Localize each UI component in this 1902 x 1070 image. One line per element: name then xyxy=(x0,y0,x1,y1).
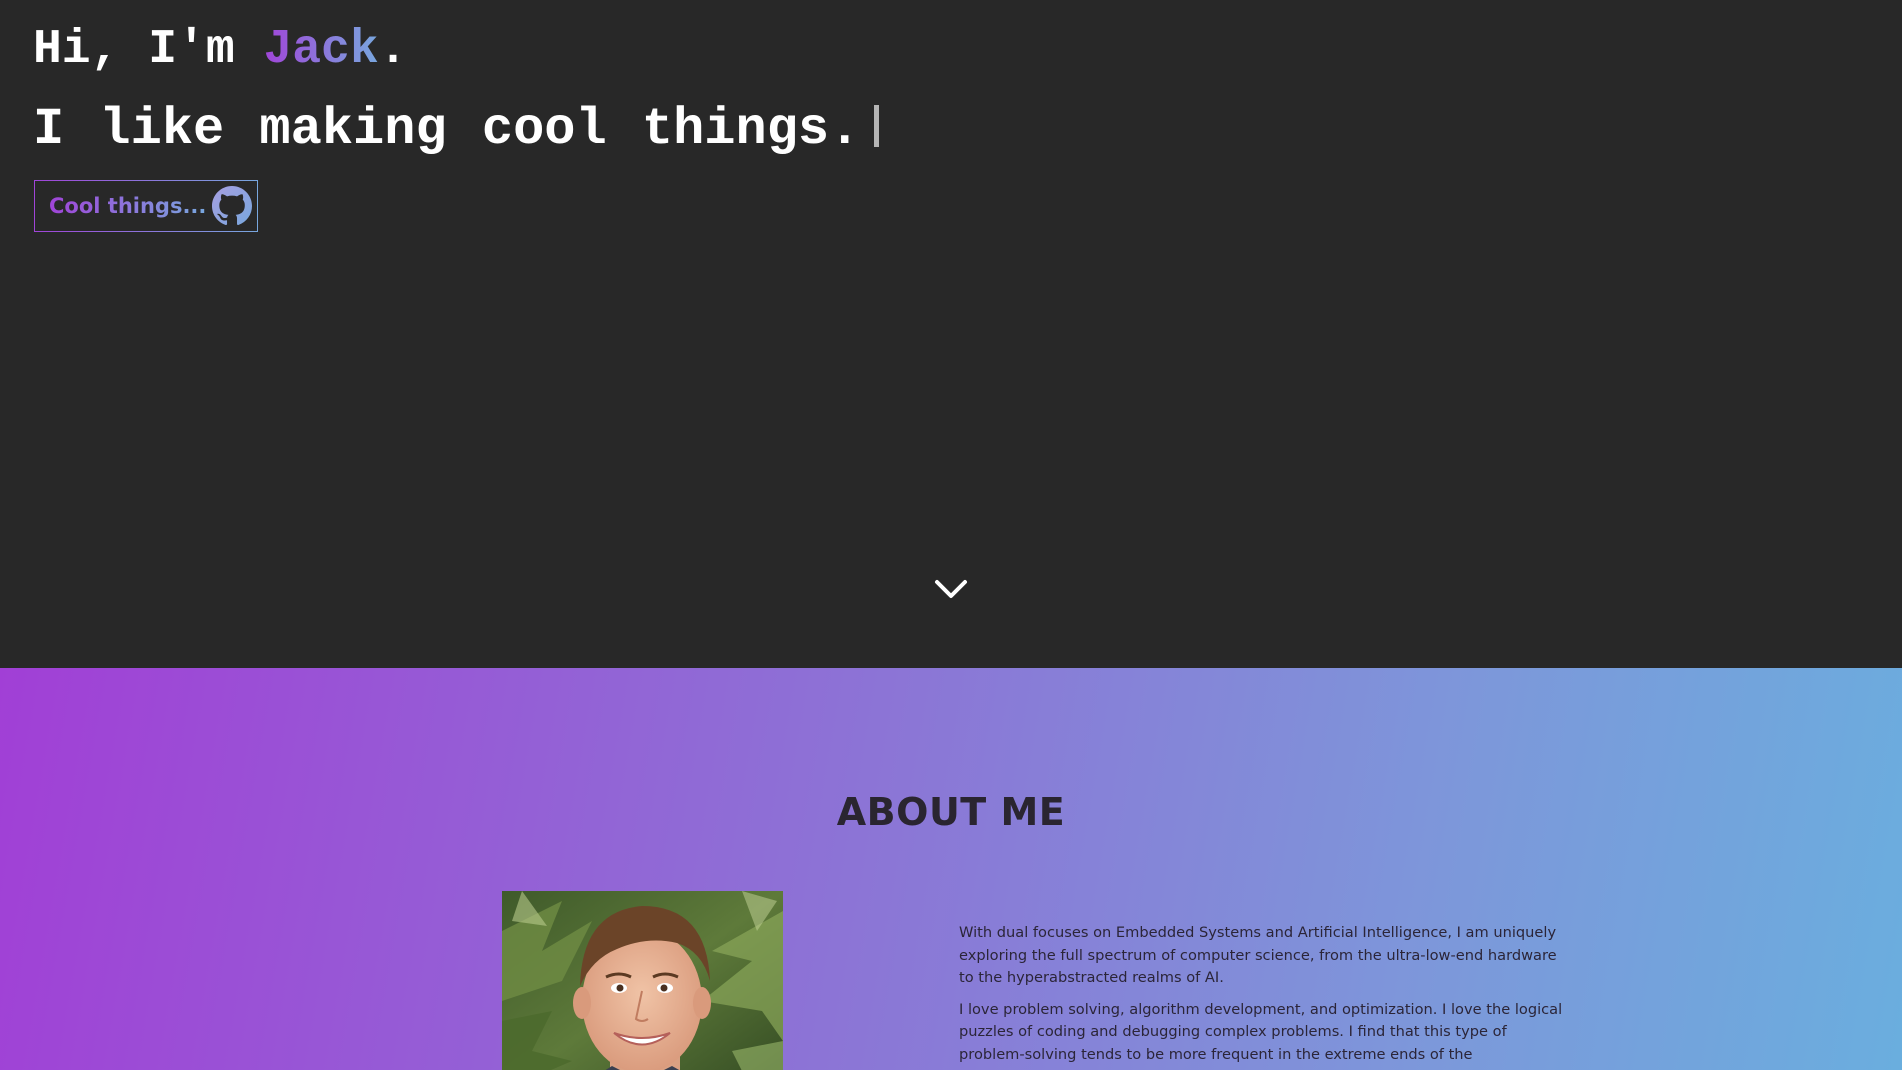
about-title: ABOUT ME xyxy=(836,790,1066,834)
about-section: ABOUT ME With dual focuses on Embedded S… xyxy=(0,668,1902,1070)
portrait-photo xyxy=(502,891,783,1070)
hero-section: Hi, I'm Jack. I like making cool things.… xyxy=(0,0,1902,668)
cool-things-button[interactable]: Cool things... xyxy=(34,180,258,232)
about-paragraph-2: I love problem solving, algorithm develo… xyxy=(959,1000,1563,1063)
tagline-text: I like making cool things. xyxy=(33,100,861,159)
typing-caret xyxy=(874,105,880,147)
hero-tagline: I like making cool things. xyxy=(33,100,880,160)
hero-name: Jack xyxy=(263,23,379,77)
about-text: With dual focuses on Embedded Systems an… xyxy=(959,922,1569,1070)
github-icon xyxy=(212,186,253,226)
about-paragraph-1: With dual focuses on Embedded Systems an… xyxy=(959,924,1557,986)
greeting-prefix: Hi, I'm xyxy=(33,23,264,77)
greeting-suffix: . xyxy=(378,23,408,77)
portrait-image xyxy=(502,891,783,1070)
hero-greeting: Hi, I'm Jack. xyxy=(33,22,407,78)
cool-things-label: Cool things... xyxy=(49,194,207,218)
chevron-down-icon[interactable] xyxy=(931,574,971,604)
